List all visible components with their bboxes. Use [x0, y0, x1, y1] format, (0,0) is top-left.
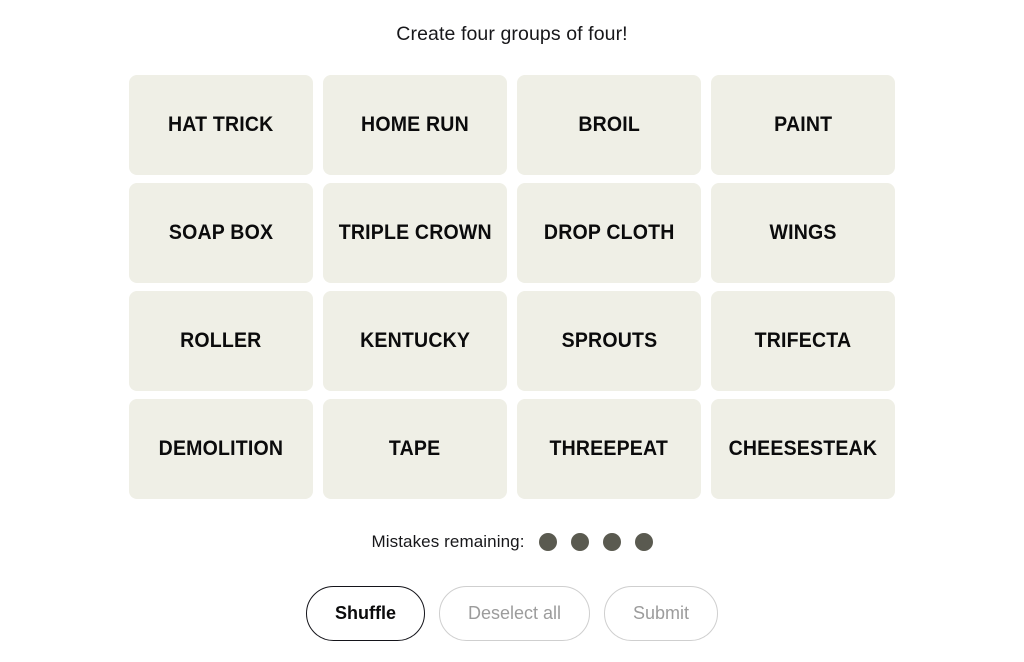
word-tile-label: HOME RUN: [361, 113, 469, 137]
word-tile[interactable]: TRIPLE CROWN: [323, 183, 507, 283]
word-tile-label: TAPE: [389, 437, 441, 461]
word-tile-label: ROLLER: [180, 329, 262, 353]
word-tile[interactable]: THREEPEAT: [517, 399, 701, 499]
word-tile-label: SPROUTS: [561, 329, 657, 353]
word-grid: HAT TRICK HOME RUN BROIL PAINT SOAP BOX TRIPL…: [129, 75, 895, 499]
word-tile-label: THREEPEAT: [549, 437, 669, 461]
mistakes-remaining: Mistakes remaining:: [371, 531, 653, 553]
word-tile-label: HAT TRICK: [168, 113, 274, 137]
word-tile-label: BROIL: [578, 113, 640, 137]
shuffle-button[interactable]: Shuffle: [305, 586, 425, 641]
word-tile[interactable]: SPROUTS: [517, 291, 701, 391]
word-tile-label: CHEESESTEAK: [728, 437, 878, 461]
word-tile-label: TRIFECTA: [754, 329, 852, 353]
word-tile[interactable]: SOAP BOX: [129, 183, 313, 283]
word-tile-label: SOAP BOX: [168, 221, 274, 245]
word-tile-label: DEMOLITION: [158, 437, 284, 461]
word-tile[interactable]: TAPE: [323, 399, 507, 499]
word-tile-label: TRIPLE CROWN: [338, 221, 492, 245]
mistake-dots: [538, 533, 653, 551]
word-tile[interactable]: DROP CLOTH: [517, 183, 701, 283]
mistakes-label: Mistakes remaining:: [371, 532, 525, 551]
page-title: Create four groups of four!: [396, 23, 628, 45]
mistake-dot: [570, 533, 589, 551]
mistake-dot: [538, 533, 557, 551]
control-buttons: Shuffle Deselect all Submit: [305, 586, 719, 641]
word-tile[interactable]: HOME RUN: [323, 75, 507, 175]
connections-game: Create four groups of four! HAT TRICK HOM…: [0, 0, 1024, 662]
word-tile[interactable]: DEMOLITION: [129, 399, 313, 499]
mistake-dot: [634, 533, 653, 551]
deselect-all-button[interactable]: Deselect all: [438, 586, 590, 641]
word-tile[interactable]: KENTUCKY: [323, 291, 507, 391]
word-tile-label: DROP CLOTH: [543, 221, 675, 245]
word-tile[interactable]: TRIFECTA: [711, 291, 895, 391]
word-tile[interactable]: HAT TRICK: [129, 75, 313, 175]
word-tile-label: KENTUCKY: [359, 329, 471, 353]
word-tile-label: PAINT: [773, 113, 833, 137]
word-tile-label: WINGS: [769, 221, 837, 245]
word-tile[interactable]: PAINT: [711, 75, 895, 175]
word-tile[interactable]: BROIL: [517, 75, 701, 175]
submit-button[interactable]: Submit: [604, 586, 719, 641]
word-tile[interactable]: WINGS: [711, 183, 895, 283]
mistake-dot: [602, 533, 621, 551]
word-tile[interactable]: ROLLER: [129, 291, 313, 391]
word-tile[interactable]: CHEESESTEAK: [711, 399, 895, 499]
